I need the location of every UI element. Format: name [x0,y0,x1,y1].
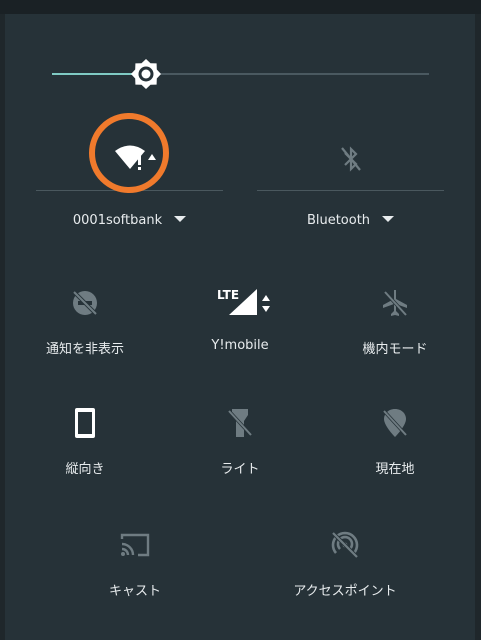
brightness-icon[interactable] [130,58,162,90]
flashlight-tile[interactable]: ライト [165,405,315,485]
right-edge [475,14,481,640]
bluetooth-label-row[interactable]: Bluetooth [257,213,444,228]
bluetooth-divider [257,190,444,191]
network-type-text: LTE [217,288,239,302]
hotspot-label: アクセスポイント [293,584,397,599]
do-not-disturb-label: 通知を非表示 [45,342,124,357]
location-label: 現在地 [375,462,415,477]
mobile-data-tile[interactable]: LTE Y!mobile [165,285,315,365]
mobile-data-label: Y!mobile [211,338,269,353]
portrait-phone-icon [75,408,95,438]
cast-icon [120,533,150,557]
airplane-mode-label: 機内モード [362,342,428,357]
auto-rotate-tile[interactable]: 縦向き [10,405,160,485]
brightness-slider[interactable] [52,59,429,89]
wifi-label-row[interactable]: 0001softbank [36,213,223,228]
signal-icon: LTE [217,288,270,315]
flashlight-label: ライト [220,462,260,477]
bluetooth-tile[interactable]: Bluetooth [257,120,444,240]
chevron-down-icon[interactable] [382,216,395,222]
status-bar-edge [0,0,481,14]
flashlight-off-icon [227,409,253,437]
hotspot-off-icon [331,531,359,559]
bluetooth-disabled-icon [341,146,361,172]
auto-rotate-label: 縦向き [65,462,105,477]
highlight-circle [89,113,169,193]
chevron-down-icon[interactable] [174,216,187,222]
cast-label: キャスト [108,584,161,599]
airplane-icon [383,290,408,317]
wifi-label: 0001softbank [72,213,163,228]
hotspot-tile[interactable]: アクセスポイント [260,527,430,607]
airplane-mode-tile[interactable]: 機内モード [320,285,470,365]
bluetooth-label: Bluetooth [306,213,371,228]
cast-tile[interactable]: キャスト [60,527,210,607]
do-not-disturb-tile[interactable]: 通知を非表示 [10,285,160,365]
location-tile[interactable]: 現在地 [320,405,470,485]
do-not-disturb-off-icon [72,290,98,316]
location-off-icon [382,409,408,437]
